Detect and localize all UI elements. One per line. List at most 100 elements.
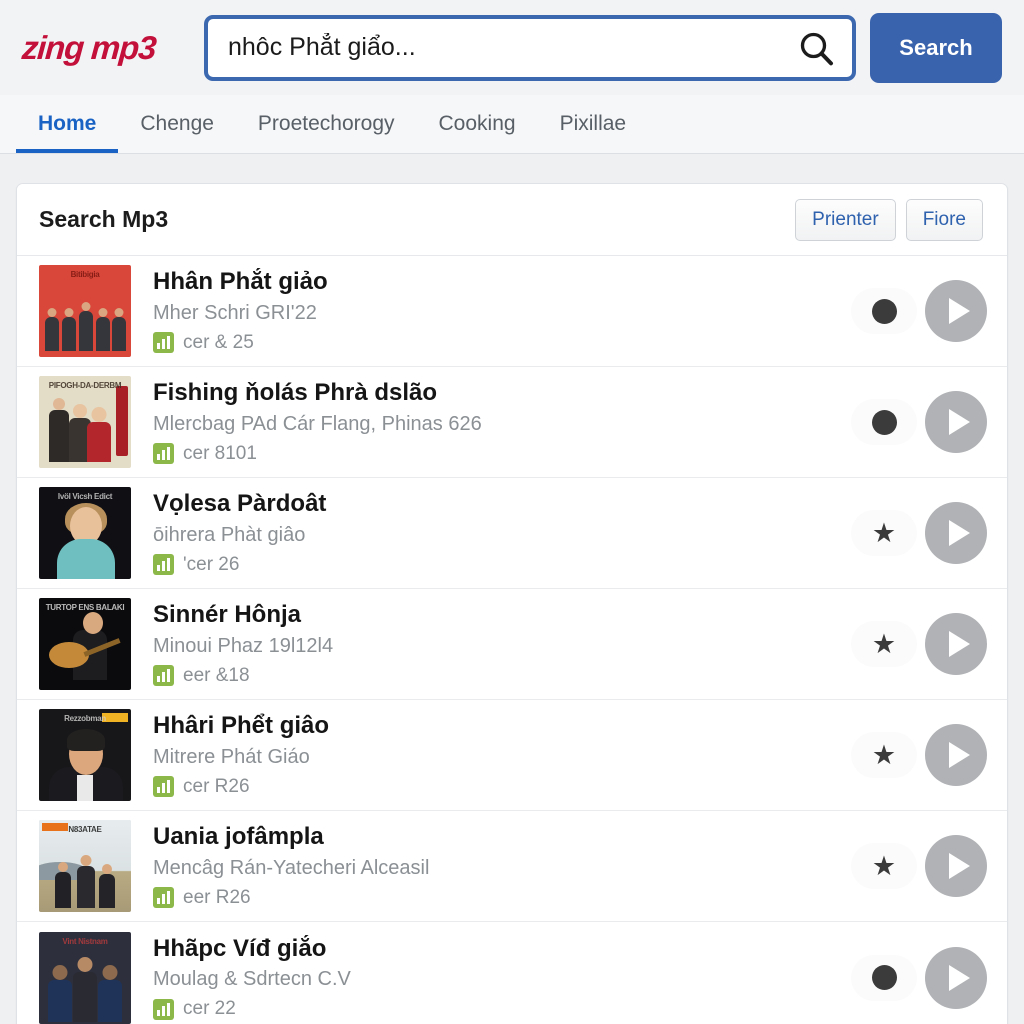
row-actions: ★ (851, 502, 987, 564)
track-artist: Minoui Phaz 19l12l4 (153, 634, 334, 657)
search-input[interactable] (228, 33, 796, 62)
result-row[interactable]: PIFOGH-DA-DERBM Fishing ňolás Phrà dslão M… (17, 367, 1007, 478)
row-actions: ★ (851, 724, 987, 786)
row-actions (851, 946, 987, 1009)
album-thumbnail[interactable]: Ivöl Vicsh Edict (39, 487, 131, 579)
tab-proetechorogy[interactable]: Proetechorogy (236, 95, 417, 153)
tab-cooking[interactable]: Cooking (417, 95, 538, 153)
results-list: Bitibigia Hhân Phắt giảo Mher Schri GRI'22… (17, 256, 1007, 1024)
app-header: zing mp3 Search (0, 0, 1024, 95)
favorite-dot-button[interactable] (851, 399, 917, 445)
track-title[interactable]: Sinnér Hônja (153, 601, 851, 629)
dot-icon (871, 965, 897, 990)
dot-icon (871, 409, 897, 435)
thumbnail-caption: Ivöl Vicsh Edict (57, 492, 113, 501)
track-info: Vọlesa Pàrdoât ōihrera Phàt giâo 'cer 26 (131, 490, 851, 576)
favorite-star-button[interactable]: ★ (851, 510, 917, 556)
play-button[interactable] (925, 835, 987, 897)
result-row[interactable]: Ivöl Vicsh Edict Vọlesa Pàrdoât ōihrera Ph… (17, 478, 1007, 589)
brand-logo[interactable]: zing mp3 (21, 29, 184, 67)
track-meta: cer & 25 (153, 332, 851, 354)
result-row[interactable]: TURTOP ENS BALAKI Sinnér Hônja Minoui Phaz… (17, 589, 1007, 700)
favorite-dot-button[interactable] (851, 288, 917, 334)
play-button[interactable] (925, 613, 987, 675)
tab-pixillae[interactable]: Pixillae (538, 95, 649, 153)
play-count-label: 'cer 26 (183, 553, 240, 575)
track-meta: cer 8101 (153, 443, 851, 465)
tab-chenge[interactable]: Chenge (118, 95, 236, 153)
card-header: Search Mp3 Prienter Fiore (17, 184, 1007, 256)
track-info: Uania jofâmpla Mencâg Rán-Yatecheri Alcea… (131, 823, 851, 909)
result-row[interactable]: Rezzobman Hhâri Phểt giâo Mitrere Phát Giá… (17, 700, 1007, 811)
page-title: Search Mp3 (39, 206, 169, 232)
prienter-button[interactable]: Prienter (795, 198, 896, 241)
track-meta: cer R26 (153, 776, 851, 798)
row-actions (851, 391, 987, 453)
search-button[interactable]: Search (870, 12, 1002, 83)
star-icon: ★ (871, 628, 897, 659)
row-actions: ★ (851, 835, 987, 897)
row-actions (851, 280, 987, 342)
album-thumbnail[interactable]: Vint Nistnam (39, 931, 131, 1024)
track-info: Hhâri Phểt giâo Mitrere Phát Giáo cer R26 (131, 712, 851, 798)
album-thumbnail[interactable]: Bitibigia (39, 265, 131, 357)
tab-home[interactable]: Home (16, 95, 119, 153)
bar-chart-icon (153, 554, 174, 576)
bar-chart-icon (153, 443, 174, 465)
play-button[interactable] (925, 391, 987, 453)
thumbnail-caption: PIFOGH-DA-DERBM (48, 381, 122, 390)
album-thumbnail[interactable]: PIFOGH-DA-DERBM (39, 376, 131, 468)
search-icon[interactable] (796, 28, 836, 68)
track-artist: Mlercbag PAd Cár Flang, Phinas 626 (153, 412, 482, 435)
track-artist: Mitrere Phát Giáo (153, 745, 310, 768)
track-artist: Mher Schri GRI'22 (153, 301, 317, 324)
play-button[interactable] (925, 502, 987, 564)
play-button[interactable] (925, 280, 987, 342)
app-root: zing mp3 Search HomeChengeProetechorogyC… (0, 0, 1024, 1024)
track-meta: 'cer 26 (153, 554, 851, 576)
track-title[interactable]: Hhãpc Víđ giắo (153, 935, 851, 963)
favorite-dot-button[interactable] (851, 954, 917, 1001)
track-meta: cer 22 (153, 998, 851, 1020)
track-title[interactable]: Vọlesa Pàrdoât (153, 490, 851, 518)
thumbnail-caption: N83ATAE (68, 825, 102, 834)
track-meta: eer R26 (153, 887, 851, 909)
play-button[interactable] (925, 724, 987, 786)
favorite-star-button[interactable]: ★ (851, 732, 917, 778)
play-button[interactable] (925, 946, 987, 1009)
row-actions: ★ (851, 613, 987, 675)
play-count-label: eer R26 (183, 886, 251, 908)
album-thumbnail[interactable]: N83ATAE (39, 820, 131, 912)
star-icon: ★ (871, 517, 897, 548)
track-title[interactable]: Hhâri Phểt giâo (153, 712, 851, 740)
bar-chart-icon (153, 998, 174, 1020)
result-row[interactable]: N83ATAE Uania jofâmpla Mencâg Rán-Yatecher… (17, 811, 1007, 922)
album-thumbnail[interactable]: Rezzobman (39, 709, 131, 801)
result-row[interactable]: Bitibigia Hhân Phắt giảo Mher Schri GRI'22… (17, 256, 1007, 367)
star-icon: ★ (871, 739, 897, 770)
play-count-label: cer 22 (183, 998, 236, 1020)
track-artist: Mencâg Rán-Yatecheri Alceasil (153, 856, 430, 879)
track-title[interactable]: Hhân Phắt giảo (153, 268, 851, 296)
thumbnail-caption: TURTOP ENS BALAKI (45, 603, 125, 612)
fiore-button[interactable]: Fiore (905, 198, 983, 241)
album-thumbnail[interactable]: TURTOP ENS BALAKI (39, 598, 131, 690)
track-info: Hhân Phắt giảo Mher Schri GRI'22 cer & 25 (131, 268, 851, 354)
result-row[interactable]: Vint Nistnam Hhãpc Víđ giắo Moulag & Sdrte… (17, 922, 1007, 1024)
favorite-star-button[interactable]: ★ (851, 621, 917, 667)
play-count-label: cer & 25 (183, 331, 254, 353)
thumbnail-caption: Bitibigia (70, 270, 100, 279)
thumbnail-caption: Rezzobman (64, 714, 106, 723)
search-bar[interactable] (204, 14, 856, 81)
track-artist: Moulag & Sdrtecn C.V (153, 968, 351, 991)
track-info: Hhãpc Víđ giắo Moulag & Sdrtecn C.V cer 22 (131, 935, 851, 1021)
favorite-star-button[interactable]: ★ (851, 843, 917, 889)
track-title[interactable]: Uania jofâmpla (153, 823, 851, 851)
track-info: Fishing ňolás Phrà dslão Mlercbag PAd Cár… (131, 379, 851, 465)
track-title[interactable]: Fishing ňolás Phrà dslão (153, 379, 851, 407)
play-count-label: cer R26 (183, 775, 250, 797)
bar-chart-icon (153, 332, 174, 354)
bar-chart-icon (153, 776, 174, 798)
play-count-label: eer &18 (183, 664, 250, 686)
dot-icon (871, 298, 897, 324)
